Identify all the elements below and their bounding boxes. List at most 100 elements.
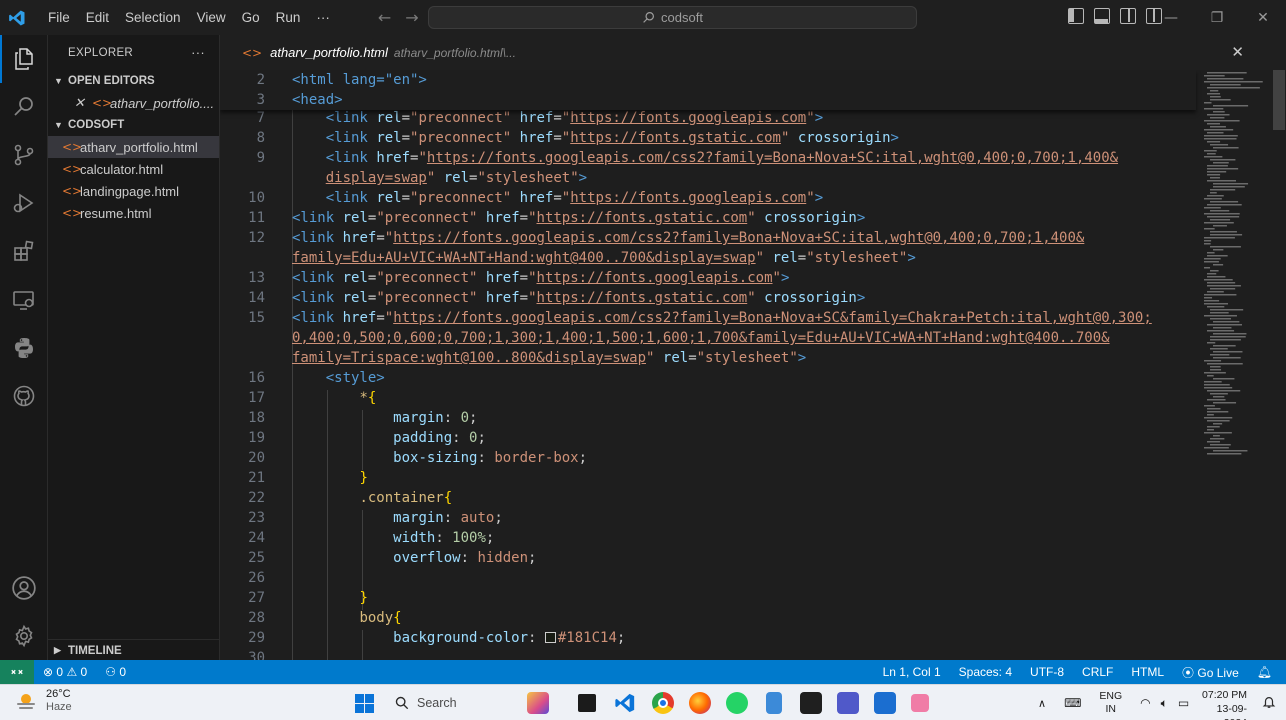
color-swatch[interactable] xyxy=(544,632,556,643)
toggle-panel-icon[interactable] xyxy=(1094,8,1110,24)
minimize-icon[interactable]: — xyxy=(1148,0,1194,35)
code-url[interactable]: family=Edu+AU+VIC+WA+NT+Hand:wght@400..7… xyxy=(292,250,756,266)
file-item-atharv-portfolio[interactable]: <> atharv_portfolio.html xyxy=(48,136,219,158)
firefox-app-icon[interactable] xyxy=(689,692,711,714)
vertical-scrollbar[interactable] xyxy=(1272,70,1286,660)
code-line: <style> xyxy=(325,370,385,386)
back-arrow-icon[interactable]: ← xyxy=(378,8,391,27)
menu-file[interactable]: File xyxy=(40,10,78,25)
menu-run[interactable]: Run xyxy=(268,10,309,25)
file-item-calculator[interactable]: <> calculator.html xyxy=(48,158,219,180)
toggle-secondary-sidebar-icon[interactable] xyxy=(1120,8,1136,24)
github-icon[interactable] xyxy=(0,372,48,420)
file-item-resume[interactable]: <> resume.html xyxy=(48,202,219,224)
extensions-icon[interactable] xyxy=(0,227,48,275)
ports-indicator[interactable]: ⚇ 0 xyxy=(96,665,135,679)
minimap-line xyxy=(1204,294,1237,296)
close-window-icon[interactable]: ✕ xyxy=(1240,0,1286,35)
keyboard-icon[interactable]: ⌨ xyxy=(1064,696,1081,710)
file-item-landingpage[interactable]: <> landingpage.html xyxy=(48,180,219,202)
close-tab-icon[interactable]: ✕ xyxy=(1231,43,1244,61)
indentation[interactable]: Spaces: 4 xyxy=(950,665,1021,679)
language-indicator[interactable]: ENG IN xyxy=(1099,690,1122,716)
go-live-button[interactable]: ⦿ Go Live xyxy=(1173,664,1248,681)
code-url[interactable]: https://fonts.googleapis.com xyxy=(570,190,806,206)
minimap-line xyxy=(1207,93,1221,95)
code-editor[interactable]: 2 <html lang="en"> 3 <head> 7 8 9 10 11 12 13 1… xyxy=(220,70,1286,660)
menu-selection[interactable]: Selection xyxy=(117,10,189,25)
start-button-icon[interactable] xyxy=(355,694,374,713)
menu-go[interactable]: Go xyxy=(234,10,268,25)
close-editor-icon[interactable]: ✕ xyxy=(74,95,92,111)
chevron-down-icon: ▼ xyxy=(54,76,63,86)
language-mode[interactable]: HTML xyxy=(1122,665,1173,679)
settings-gear-icon[interactable] xyxy=(0,612,48,660)
open-editor-item[interactable]: ✕ <> atharv_portfolio.... xyxy=(48,92,219,114)
code-url[interactable]: https://fonts.gstatic.com xyxy=(570,130,781,146)
media-app-icon[interactable] xyxy=(800,692,822,714)
minimap[interactable] xyxy=(1200,70,1272,660)
command-center[interactable]: codsoft xyxy=(428,6,917,29)
notification-center-icon[interactable] xyxy=(1262,695,1276,714)
timeline-section[interactable]: ▶ TIMELINE xyxy=(48,639,219,661)
wifi-icon[interactable]: ◠ xyxy=(1140,696,1150,710)
code-url[interactable]: https://fonts.gstatic.com xyxy=(537,290,748,306)
code-url[interactable]: family=Trispace:wght@100..800&display=sw… xyxy=(292,350,646,366)
whatsapp-app-icon[interactable] xyxy=(726,692,748,714)
code-url[interactable]: 0,400;0,500;0,600;0,700;1,300;1,400;1,50… xyxy=(292,330,1110,346)
remote-indicator-icon[interactable] xyxy=(0,660,34,684)
code-url[interactable]: https://fonts.gstatic.com xyxy=(537,210,748,226)
line-ending[interactable]: CRLF xyxy=(1073,665,1122,679)
forward-arrow-icon[interactable]: → xyxy=(405,8,418,27)
menu-edit[interactable]: Edit xyxy=(78,10,117,25)
scrollbar-thumb[interactable] xyxy=(1273,70,1285,130)
vscode-logo-icon[interactable] xyxy=(0,0,34,35)
menu-more[interactable]: ··· xyxy=(308,10,338,25)
teams-app-icon[interactable] xyxy=(837,692,859,714)
ports-count: 0 xyxy=(119,665,127,679)
line-number: 11 xyxy=(248,210,265,226)
run-debug-icon[interactable] xyxy=(0,179,48,227)
volume-icon[interactable]: 🔈︎ xyxy=(1161,696,1168,711)
notifications-bell-icon[interactable]: 🔔︎ xyxy=(1248,665,1286,679)
sticky-scroll[interactable]: 2 <html lang="en"> 3 <head> xyxy=(220,70,1196,110)
source-control-icon[interactable] xyxy=(0,131,48,179)
chrome-app-icon[interactable] xyxy=(652,692,674,714)
encoding[interactable]: UTF-8 xyxy=(1021,665,1073,679)
minimap-line xyxy=(1204,387,1233,389)
explorer-icon[interactable] xyxy=(0,35,48,83)
account-icon[interactable] xyxy=(0,564,48,612)
code-url[interactable]: https://fonts.googleapis.com xyxy=(537,270,773,286)
minimap-line xyxy=(1213,423,1223,425)
menu-view[interactable]: View xyxy=(189,10,234,25)
chevron-up-icon[interactable]: ∧ xyxy=(1038,697,1046,710)
remote-explorer-icon[interactable] xyxy=(0,276,48,324)
python-icon[interactable] xyxy=(0,324,48,372)
code-url[interactable]: https://fonts.googleapis.com/css2?family… xyxy=(393,310,1152,326)
code-url[interactable]: https://fonts.googleapis.com/css2?family… xyxy=(393,230,1084,246)
editor-tab[interactable]: <> atharv_portfolio.html atharv_portfoli… xyxy=(220,35,1286,70)
cursor-position[interactable]: Ln 1, Col 1 xyxy=(874,665,950,679)
paint-app-icon[interactable] xyxy=(874,692,896,714)
open-editors-section[interactable]: ▼ OPEN EDITORS xyxy=(48,70,219,92)
explorer-more-button[interactable]: ··· xyxy=(191,45,205,60)
problems-indicator[interactable]: ⊗ 0 ⚠ 0 xyxy=(34,665,96,679)
search-icon[interactable] xyxy=(0,82,48,130)
snipping-app-icon[interactable] xyxy=(911,694,929,712)
widgets-app-icon[interactable] xyxy=(527,692,549,714)
clock[interactable]: 07:20 PM 13-09-2024 xyxy=(1195,688,1247,720)
code-url[interactable]: https://fonts.googleapis.com/css2?family… xyxy=(427,150,1118,166)
codsoft-folder-section[interactable]: ▼ CODSOFT xyxy=(48,114,219,136)
weather-widget[interactable]: 26°C Haze xyxy=(14,688,72,714)
restore-icon[interactable]: ❐ xyxy=(1194,0,1240,35)
terminal-app-icon[interactable] xyxy=(578,694,596,712)
line-number: 24 xyxy=(248,530,265,546)
code-url[interactable]: display=swap xyxy=(326,170,427,186)
vscode-taskbar-icon[interactable] xyxy=(614,692,636,714)
battery-icon[interactable]: ▭ xyxy=(1178,696,1189,710)
notepad-app-icon[interactable] xyxy=(766,692,782,714)
toggle-sidebar-icon[interactable] xyxy=(1068,8,1084,24)
minimap-line xyxy=(1210,348,1228,350)
code-url[interactable]: https://fonts.googleapis.com xyxy=(570,110,806,126)
taskbar-search[interactable]: Search xyxy=(385,691,515,715)
